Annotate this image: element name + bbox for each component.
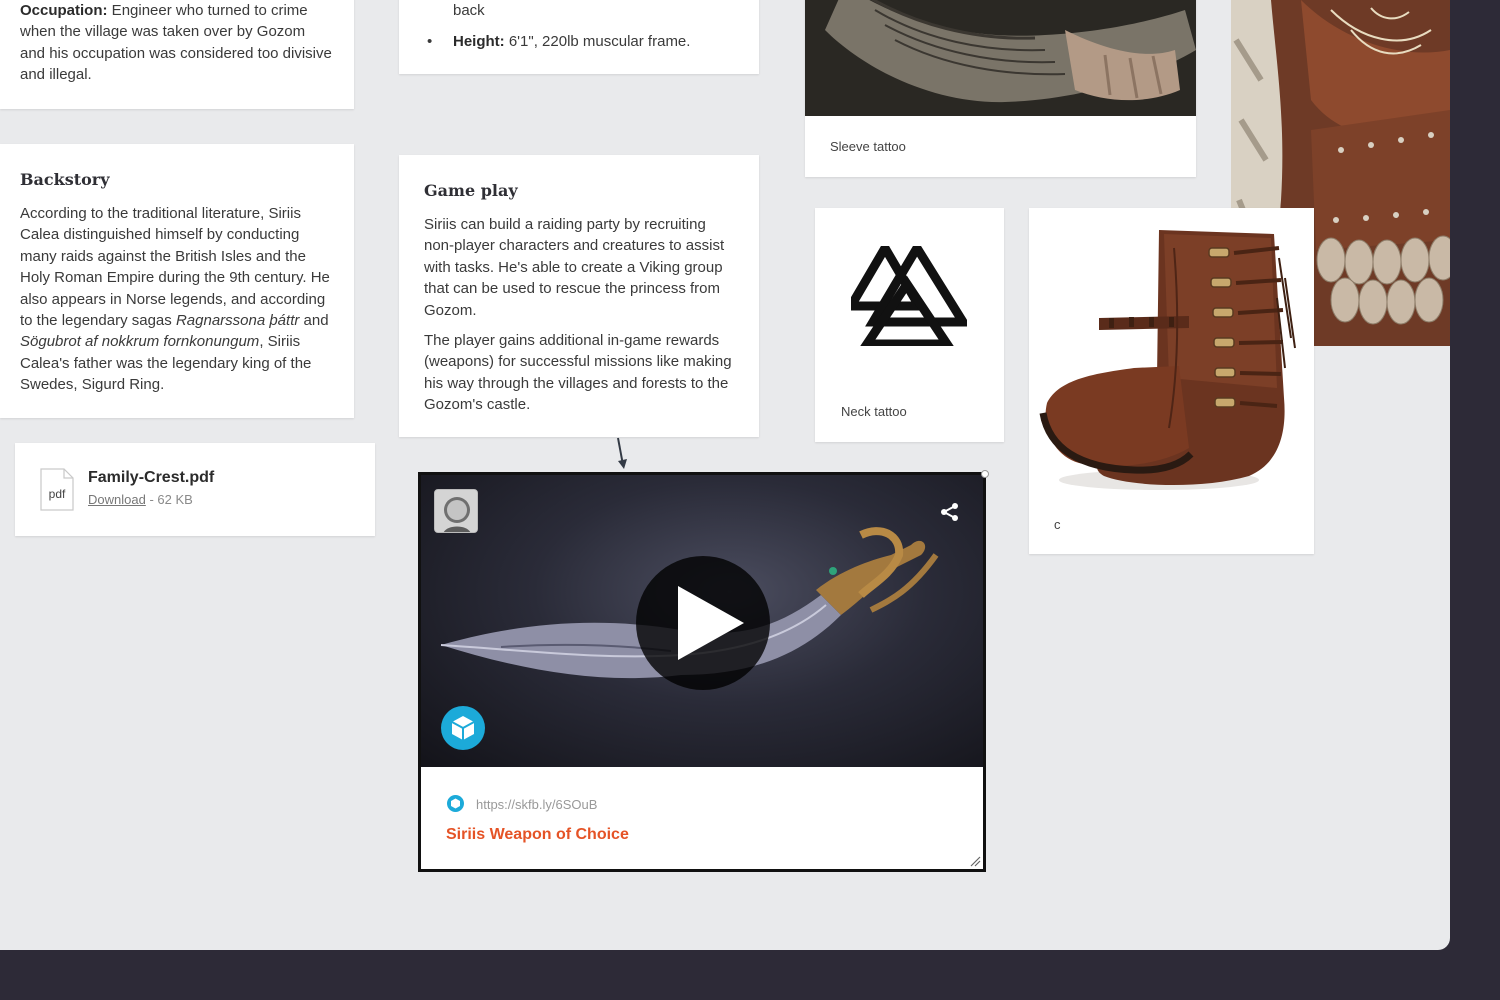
sketchfab-embed-card[interactable]: https://skfb.ly/6SOuB Siriis Weapon of C… xyxy=(418,470,989,872)
neck-tattoo-card[interactable]: Neck tattoo xyxy=(815,208,1004,442)
embed-url[interactable]: https://skfb.ly/6SOuB xyxy=(476,797,597,812)
traits-list: back Height: 6'1", 220lb muscular frame. xyxy=(424,0,734,53)
leather-boot-illustration xyxy=(1039,230,1296,490)
gameplay-title: Game play xyxy=(424,181,518,200)
file-size: - 62 KB xyxy=(145,492,193,507)
saga-title-2: Sögubrot af nokkrum fornkonungum xyxy=(20,333,260,351)
occupation-text: Occupation: Engineer who turned to crime… xyxy=(20,0,334,86)
play-button[interactable] xyxy=(636,556,770,690)
embed-title[interactable]: Siriis Weapon of Choice xyxy=(446,826,629,844)
play-icon xyxy=(678,586,744,660)
pdf-file-icon: pdf xyxy=(40,468,74,511)
sleeve-tattoo-image xyxy=(805,0,1196,116)
file-meta: Download - 62 KB xyxy=(88,492,193,507)
share-icon[interactable] xyxy=(939,501,961,523)
file-name[interactable]: Family-Crest.pdf xyxy=(88,469,214,487)
sleeve-tattoo-card[interactable]: Sleeve tattoo xyxy=(805,0,1196,177)
valknut-symbol-icon xyxy=(851,246,967,346)
embed-preview[interactable] xyxy=(421,475,983,767)
occupation-label: Occupation: xyxy=(20,2,108,19)
height-label: Height: xyxy=(453,33,505,51)
traits-item-continued: back xyxy=(453,2,485,19)
sketchfab-favicon-icon xyxy=(447,795,464,812)
sleeve-tattoo-caption: Sleeve tattoo xyxy=(830,139,906,154)
traits-card[interactable]: back Height: 6'1", 220lb muscular frame. xyxy=(399,0,759,74)
gameplay-paragraph-2: The player gains additional in-game rewa… xyxy=(424,332,732,414)
gameplay-paragraph-1: Siriis can build a raiding party by recr… xyxy=(424,216,725,319)
file-card[interactable]: pdf Family-Crest.pdf Download - 62 KB xyxy=(15,443,375,536)
neck-tattoo-caption: Neck tattoo xyxy=(841,404,907,419)
resize-handle-icon[interactable] xyxy=(969,855,981,867)
tattooed-arm-illustration xyxy=(805,0,1196,116)
boot-caption: c xyxy=(1054,517,1061,532)
corner-selection-handle[interactable] xyxy=(981,470,989,478)
boot-card[interactable]: c xyxy=(1029,208,1314,554)
backstory-title: Backstory xyxy=(20,170,110,189)
board-canvas: Occupation: Engineer who turned to crime… xyxy=(0,0,1450,950)
backstory-text: According to the traditional literature,… xyxy=(20,205,330,394)
sketchfab-cube-icon xyxy=(451,716,475,740)
sketchfab-logo-button[interactable] xyxy=(441,706,485,750)
connector-arrow[interactable] xyxy=(612,437,632,471)
occupation-card[interactable]: Occupation: Engineer who turned to crime… xyxy=(0,0,354,109)
height-value: 6'1", 220lb muscular frame. xyxy=(504,33,691,51)
author-avatar[interactable] xyxy=(434,489,478,533)
download-link[interactable]: Download xyxy=(88,492,146,507)
pdf-icon-label: pdf xyxy=(49,487,66,501)
saga-title-1: Ragnarssona þáttr xyxy=(175,312,300,330)
backstory-card[interactable]: Backstory According to the traditional l… xyxy=(0,144,354,418)
avatar-portrait-icon xyxy=(435,490,477,532)
traits-item-height: Height: 6'1", 220lb muscular frame. xyxy=(424,31,734,53)
gameplay-card[interactable]: Game play Siriis can build a raiding par… xyxy=(399,155,759,437)
